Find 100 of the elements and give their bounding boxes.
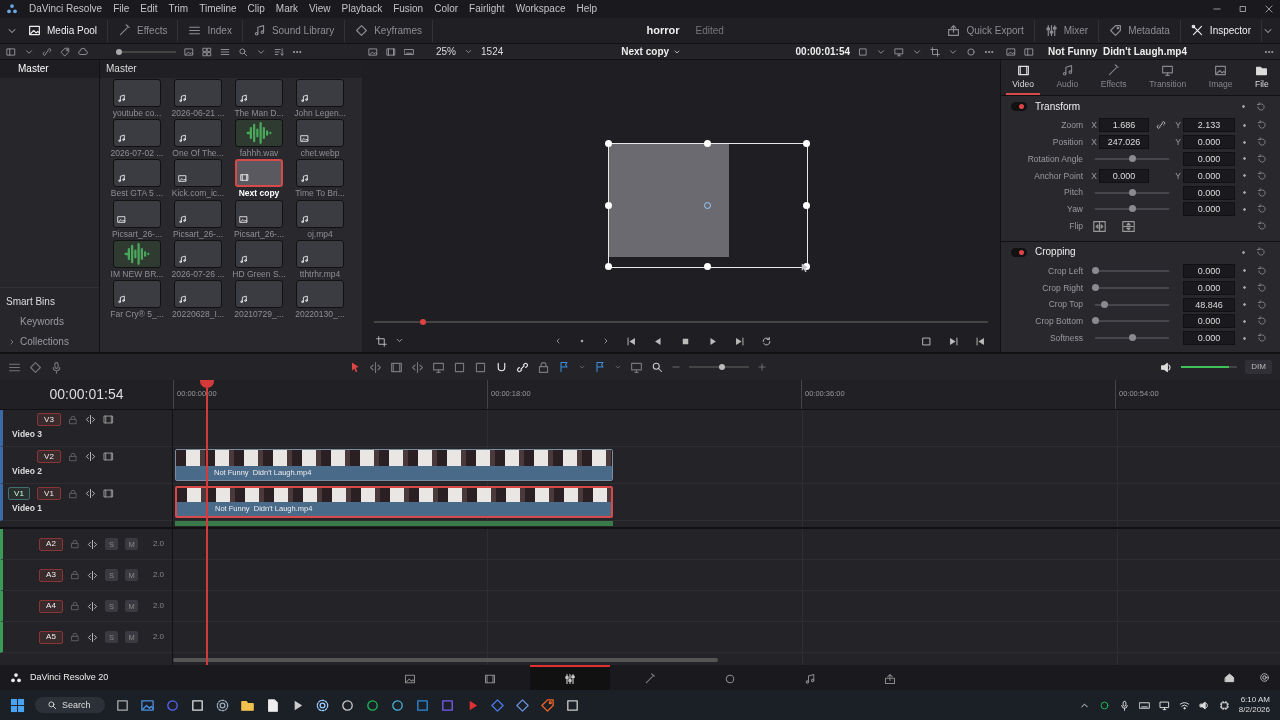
track-id-button[interactable]: A5 (39, 630, 63, 644)
menu-item[interactable]: Mark (275, 3, 299, 15)
value-field[interactable]: 0.000 (1183, 263, 1235, 278)
value-field[interactable]: 0.000 (1183, 202, 1235, 217)
smart-bin-item[interactable]: Keywords (20, 316, 64, 328)
section-title: Cropping (1035, 246, 1076, 259)
value-field[interactable]: 247.026 (1099, 135, 1149, 150)
property-label: Position (1051, 137, 1084, 148)
track-id-button[interactable]: V1 (37, 487, 61, 500)
track-name: Video 3 (11, 429, 44, 440)
track-name: Video 1 (11, 503, 44, 514)
menu-item[interactable]: View (309, 3, 331, 15)
timeline-selector[interactable]: Next copy (621, 45, 682, 58)
clip-name: 2026-06-21 ... (171, 108, 225, 119)
menu-item[interactable]: File (113, 3, 130, 15)
clip-name: Best GTA 5 ... (110, 188, 164, 199)
clip-name: oj.mp4 (307, 228, 333, 239)
axis-label: X (1090, 120, 1098, 131)
value-field[interactable]: 0.000 (1099, 168, 1149, 183)
section-title: Transform (1035, 100, 1081, 113)
clip-name: IM NEW BR... (110, 268, 164, 279)
clip-name: youtube co... (112, 108, 162, 119)
value-field[interactable]: 1.686 (1099, 118, 1149, 133)
clip-name: Far Cry® 5_... (110, 308, 164, 320)
source-patch-button[interactable]: V1 (8, 487, 30, 500)
clip-name: Time To Bri... (295, 188, 345, 199)
clock-time[interactable]: 6:10 AM (1240, 695, 1270, 705)
value-field[interactable]: 2.133 (1183, 118, 1235, 133)
menu-item[interactable]: Fairlight (469, 3, 505, 15)
axis-label: Y (1174, 170, 1182, 181)
toolbar-tab[interactable]: Index (178, 19, 243, 42)
project-name: horror (646, 23, 680, 38)
toolbar-tab[interactable]: Quick Export (937, 19, 1035, 42)
clock-date[interactable]: 8/2/2026 (1238, 705, 1270, 715)
track-id-button[interactable]: A2 (39, 537, 63, 551)
timecode: 00:00:01:54 (795, 45, 850, 58)
menu-item[interactable]: Timeline (199, 3, 237, 15)
toolbar-tab[interactable]: Metadata (1099, 19, 1181, 42)
clip-name: John Legen... (294, 108, 346, 119)
app-name: DaVinci Resolve (29, 3, 103, 15)
frame-count: 1524 (481, 45, 504, 58)
clip-name: HD Green S... (232, 268, 286, 279)
property-label: Rotation Angle (1026, 153, 1084, 165)
axis-label: Y (1174, 120, 1182, 131)
clip-name: One Of The... (172, 148, 224, 159)
clip-name: 20220628_I... (172, 308, 224, 320)
track-id-button[interactable]: A4 (39, 599, 63, 613)
clip-name: The Man D... (234, 108, 284, 119)
value-field[interactable]: 0.000 (1183, 314, 1235, 329)
value-field[interactable]: 48.846 (1183, 297, 1235, 312)
property-label: Zoom (1060, 120, 1084, 131)
clip-name: tthtrhr.mp4 (299, 268, 341, 279)
value-field[interactable]: 0.000 (1183, 168, 1235, 183)
value-field[interactable]: 0.000 (1183, 152, 1235, 166)
clip-name: Picsart_26-... (111, 228, 163, 239)
channel-format: 2.0 (152, 601, 164, 611)
menu-item[interactable]: Help (576, 3, 598, 15)
menu-item[interactable]: Fusion (393, 3, 424, 15)
bin-item[interactable]: Master (0, 60, 99, 78)
toolbar-tab[interactable]: Sound Library (242, 19, 346, 42)
menu-item[interactable]: Workspace (515, 3, 566, 15)
value-field[interactable]: 0.000 (1183, 185, 1235, 200)
toolbar-tab[interactable]: Media Pool (18, 19, 109, 42)
menu-item[interactable]: Edit (140, 3, 158, 15)
axis-label: X (1090, 137, 1098, 148)
toolbar-tab[interactable]: Inspector (1180, 19, 1262, 42)
clip-name: 2026-07-26 ... (171, 268, 225, 279)
toolbar-tab[interactable]: Keyframes (345, 19, 433, 42)
value-field[interactable]: 0.000 (1183, 280, 1235, 295)
track-id-button[interactable]: V3 (37, 413, 61, 426)
zoom-value[interactable]: 25% (436, 45, 456, 58)
menu-item[interactable]: Trim (168, 3, 189, 15)
clip-name: 20210729_... (234, 308, 284, 320)
property-label: Crop Left (1047, 265, 1084, 277)
properties-tab[interactable]: Video (1006, 60, 1040, 95)
app-version: DaVinci Resolve 20 (30, 672, 109, 683)
track-id-button[interactable]: A3 (39, 568, 63, 582)
section-title: Smart Bins (0, 287, 99, 312)
property-label: Flip (1068, 221, 1084, 232)
menu-item[interactable]: Color (434, 3, 459, 15)
value-field[interactable]: 0.000 (1183, 135, 1235, 150)
toolbar-tab[interactable]: Mixer (1034, 19, 1100, 42)
clip-name: Kick.com_ic... (171, 188, 225, 199)
clip-name: 20220130_... (295, 308, 345, 320)
toolbar-tab[interactable]: Effects (108, 19, 179, 42)
channel-format: 2.0 (152, 539, 164, 549)
menu-item[interactable]: Playback (341, 3, 383, 15)
clip-title: Not Funny Didn't Laugh.mp4 (1048, 45, 1188, 58)
dim-button[interactable]: DIM (1245, 360, 1272, 374)
search-box[interactable]: Search (35, 696, 105, 714)
clip-name: chet.webp (300, 148, 340, 159)
clip-name: Next copy (238, 188, 280, 199)
track-id-button[interactable]: V2 (37, 450, 61, 463)
property-label: Crop Bottom (1034, 316, 1084, 327)
axis-label: Y (1174, 137, 1182, 148)
smart-bin-item[interactable]: Collections (20, 336, 69, 348)
value-field[interactable]: 0.000 (1183, 331, 1235, 346)
properties-tab[interactable]: File (1249, 60, 1275, 95)
menu-item[interactable]: Clip (247, 3, 265, 15)
property-label: Crop Right (1041, 282, 1084, 293)
